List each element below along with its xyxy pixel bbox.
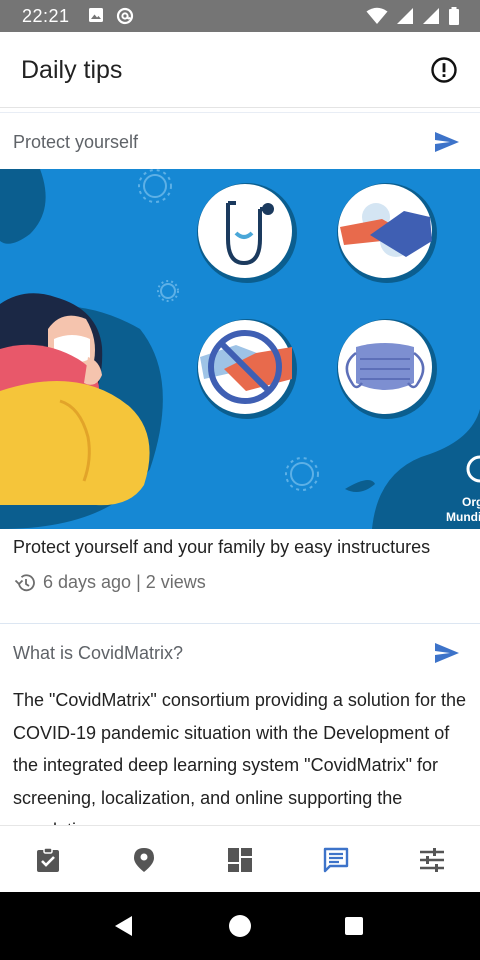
send-icon bbox=[435, 643, 459, 663]
tip-card-header: What is CovidMatrix? bbox=[0, 624, 480, 680]
dashboard-icon bbox=[228, 848, 252, 872]
app-bar: Daily tips bbox=[0, 32, 480, 108]
tip-caption: Protect yourself and your family by easy… bbox=[13, 537, 431, 557]
status-time: 22:21 bbox=[22, 6, 70, 26]
tip-illustration[interactable]: Org Mundi bbox=[0, 169, 480, 529]
tip-card-header: Protect yourself bbox=[0, 113, 480, 169]
recents-square-icon bbox=[345, 917, 363, 935]
tips-feed[interactable]: Protect yourself Or Mundi Protect yourse… bbox=[0, 112, 480, 825]
image-watermark-line2: Mundi bbox=[446, 510, 480, 524]
history-icon bbox=[14, 573, 35, 591]
signal-icon bbox=[422, 7, 440, 30]
info-button[interactable] bbox=[430, 56, 458, 84]
nav-item-settings[interactable] bbox=[418, 846, 446, 874]
wifi-icon bbox=[366, 7, 388, 30]
bottom-navigation bbox=[0, 825, 480, 892]
at-sign-icon bbox=[116, 7, 134, 30]
tip-card[interactable]: Protect yourself Or Mundi Protect yourse… bbox=[0, 113, 480, 624]
back-button[interactable] bbox=[112, 914, 136, 938]
tip-title: What is CovidMatrix? bbox=[13, 643, 184, 663]
home-button[interactable] bbox=[228, 914, 252, 938]
tip-title: Protect yourself bbox=[13, 132, 139, 152]
status-left-icons bbox=[88, 7, 134, 30]
battery-icon bbox=[448, 7, 460, 30]
tune-sliders-icon bbox=[420, 848, 444, 872]
home-circle-icon bbox=[229, 915, 251, 937]
share-button[interactable] bbox=[434, 642, 460, 664]
tip-body: The "CovidMatrix" consortium providing a… bbox=[13, 690, 466, 825]
status-bar: 22:21 bbox=[0, 0, 480, 32]
tip-meta-text: 6 days ago | 2 views bbox=[43, 572, 206, 592]
recents-button[interactable] bbox=[342, 914, 366, 938]
status-right-icons bbox=[366, 7, 460, 30]
chat-icon bbox=[323, 847, 349, 873]
info-circle-icon bbox=[431, 57, 457, 83]
nav-item-map[interactable] bbox=[130, 846, 158, 874]
assignment-check-icon bbox=[37, 847, 59, 872]
image-watermark-line1: Org bbox=[462, 495, 480, 509]
location-pin-icon bbox=[134, 848, 154, 872]
share-button[interactable] bbox=[434, 131, 460, 153]
back-triangle-icon bbox=[115, 916, 132, 936]
tip-meta: 6 days ago | 2 views bbox=[0, 558, 480, 593]
send-icon bbox=[435, 132, 459, 152]
system-navigation-bar bbox=[0, 892, 480, 960]
image-icon bbox=[88, 7, 104, 30]
signal-icon bbox=[396, 7, 414, 30]
nav-item-dashboard[interactable] bbox=[226, 846, 254, 874]
nav-item-tasks[interactable] bbox=[34, 846, 62, 874]
tip-card[interactable]: What is CovidMatrix? The "CovidMatrix" c… bbox=[0, 624, 480, 825]
page-title: Daily tips bbox=[21, 56, 123, 84]
nav-item-tips[interactable] bbox=[322, 846, 350, 874]
